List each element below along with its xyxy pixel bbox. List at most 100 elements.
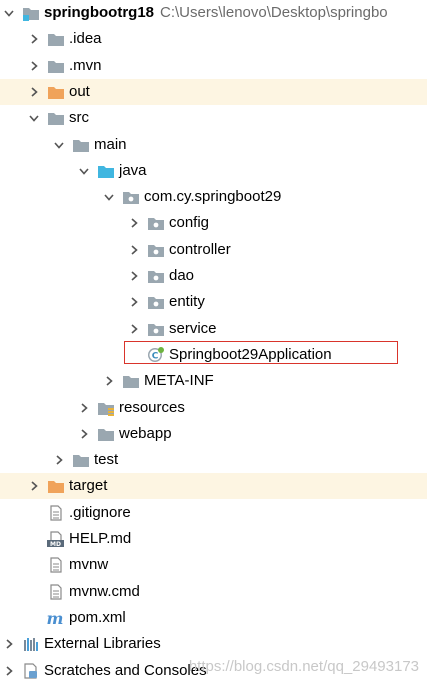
tree-item-entity[interactable]: entity: [0, 289, 427, 315]
tree-item-label: mvnw.cmd: [69, 579, 140, 605]
package-icon: [147, 294, 165, 310]
tree-item-mvnw[interactable]: mvnw: [0, 552, 427, 578]
chevron-right-icon[interactable]: [2, 658, 16, 684]
folder-icon: [97, 426, 115, 442]
folder-icon: [72, 452, 90, 468]
tree-item-label: target: [69, 473, 107, 499]
tree-item-text: entity: [169, 293, 205, 311]
tree-item-label: src: [69, 105, 89, 131]
resources-folder-icon: [97, 400, 115, 416]
tree-item-springbootrg18[interactable]: springbootrg18 C:\Users\lenovo\Desktop\sp…: [0, 0, 427, 26]
tree-item-label: .idea: [69, 26, 102, 52]
tree-item-idea[interactable]: .idea: [0, 26, 427, 52]
tree-item-com-cy-springboot29[interactable]: com.cy.springboot29: [0, 184, 427, 210]
chevron-down-icon[interactable]: [52, 132, 66, 158]
tree-item-mvn[interactable]: .mvn: [0, 53, 427, 79]
chevron-right-icon[interactable]: [127, 237, 141, 263]
tree-item-resources[interactable]: resources: [0, 395, 427, 421]
chevron-right-icon[interactable]: [77, 395, 91, 421]
svg-text:m: m: [47, 610, 63, 626]
tree-item-mvnw-cmd[interactable]: mvnw.cmd: [0, 579, 427, 605]
tree-item-src[interactable]: src: [0, 105, 427, 131]
tree-item-controller[interactable]: controller: [0, 237, 427, 263]
project-tree: springbootrg18 C:\Users\lenovo\Desktop\sp…: [0, 0, 427, 679]
tree-item-label: springbootrg18 C:\Users\lenovo\Desktop\sp…: [44, 0, 388, 26]
tree-item-label: resources: [119, 395, 185, 421]
chevron-right-icon[interactable]: [27, 53, 41, 79]
chevron-right-icon[interactable]: [127, 289, 141, 315]
tree-item-label: main: [94, 132, 127, 158]
chevron-right-icon[interactable]: [77, 421, 91, 447]
tree-item-text: config: [169, 214, 210, 232]
tree-item-text: .gitignore: [69, 503, 131, 521]
chevron-right-icon[interactable]: [127, 316, 141, 342]
tree-item-target[interactable]: target: [0, 473, 427, 500]
tree-item-text: Springboot29Application: [169, 345, 332, 363]
chevron-right-icon[interactable]: [27, 473, 41, 499]
package-icon: [147, 242, 165, 258]
tree-item-text: External Libraries: [44, 635, 161, 653]
folder-icon: [47, 58, 65, 74]
source-folder-icon: [97, 163, 115, 179]
tree-item-label: test: [94, 447, 118, 473]
chevron-right-icon[interactable]: [27, 26, 41, 52]
scratches-icon: [22, 662, 40, 679]
tree-item-config[interactable]: config: [0, 210, 427, 236]
tree-item-label: HELP.md: [69, 526, 131, 552]
chevron-down-icon[interactable]: [102, 184, 116, 210]
chevron-right-icon[interactable]: [102, 368, 116, 394]
tree-item-text: HELP.md: [69, 530, 132, 547]
tree-item-label: External Libraries: [44, 631, 161, 657]
tree-item-text: Scratches and Consoles: [44, 661, 207, 679]
tree-item-text: .idea: [69, 30, 102, 48]
tree-item-service[interactable]: service: [0, 316, 427, 342]
tree-item-text: service: [169, 319, 217, 337]
chevron-down-icon[interactable]: [77, 158, 91, 184]
tree-item-label: java: [119, 158, 147, 184]
tree-item-label: Scratches and Consoles: [44, 658, 207, 684]
package-icon: [147, 268, 165, 284]
markdown-file-icon: MD: [47, 531, 65, 547]
spring-boot-class-icon: C: [147, 346, 165, 363]
tree-item-main[interactable]: main: [0, 132, 427, 158]
chevron-right-icon[interactable]: [127, 210, 141, 236]
tree-item-dao[interactable]: dao: [0, 263, 427, 289]
tree-item-label: entity: [169, 289, 205, 315]
tree-item-springboot29application[interactable]: C Springboot29Application: [0, 342, 427, 368]
chevron-right-icon[interactable]: [27, 79, 41, 105]
tree-item-webapp[interactable]: webapp: [0, 421, 427, 447]
chevron-down-icon[interactable]: [27, 105, 41, 131]
chevron-down-icon[interactable]: [2, 0, 16, 26]
package-icon: [147, 321, 165, 337]
tree-item-test[interactable]: test: [0, 447, 427, 473]
folder-icon: [47, 31, 65, 47]
tree-item-label: out: [69, 79, 90, 105]
tree-item-gitignore[interactable]: .gitignore: [0, 500, 427, 526]
tree-item-text: java: [119, 161, 147, 179]
tree-item-label: META-INF: [144, 368, 214, 394]
tree-item-out[interactable]: out: [0, 78, 427, 105]
tree-item-text: dao: [169, 267, 195, 284]
tree-item-label: Springboot29Application: [169, 342, 332, 368]
tree-item-meta-inf[interactable]: META-INF: [0, 368, 427, 394]
tree-item-help-md[interactable]: MD HELP.md: [0, 526, 427, 552]
svg-text:C: C: [152, 351, 159, 361]
module-folder-icon: [22, 5, 40, 21]
chevron-right-icon[interactable]: [2, 631, 16, 657]
tree-item-text: test: [94, 451, 119, 469]
tree-item-text: target: [69, 477, 108, 495]
chevron-right-icon[interactable]: [127, 263, 141, 289]
tree-item-text: pom.xml: [69, 608, 126, 626]
tree-item-text: META-INF: [144, 372, 214, 390]
tree-item-external-libraries[interactable]: External Libraries: [0, 631, 427, 657]
tree-item-label: controller: [169, 237, 231, 263]
tree-item-label: mvnw: [69, 552, 108, 578]
chevron-right-icon[interactable]: [52, 447, 66, 473]
libraries-icon: [22, 636, 40, 652]
tree-item-text: main: [94, 135, 127, 153]
tree-item-java[interactable]: java: [0, 158, 427, 184]
project-path: C:\Users\lenovo\Desktop\springbo: [160, 4, 388, 21]
folder-icon: [47, 110, 65, 126]
tree-item-pom-xml[interactable]: m pom.xml: [0, 605, 427, 631]
tree-item-label: .mvn: [69, 53, 102, 79]
